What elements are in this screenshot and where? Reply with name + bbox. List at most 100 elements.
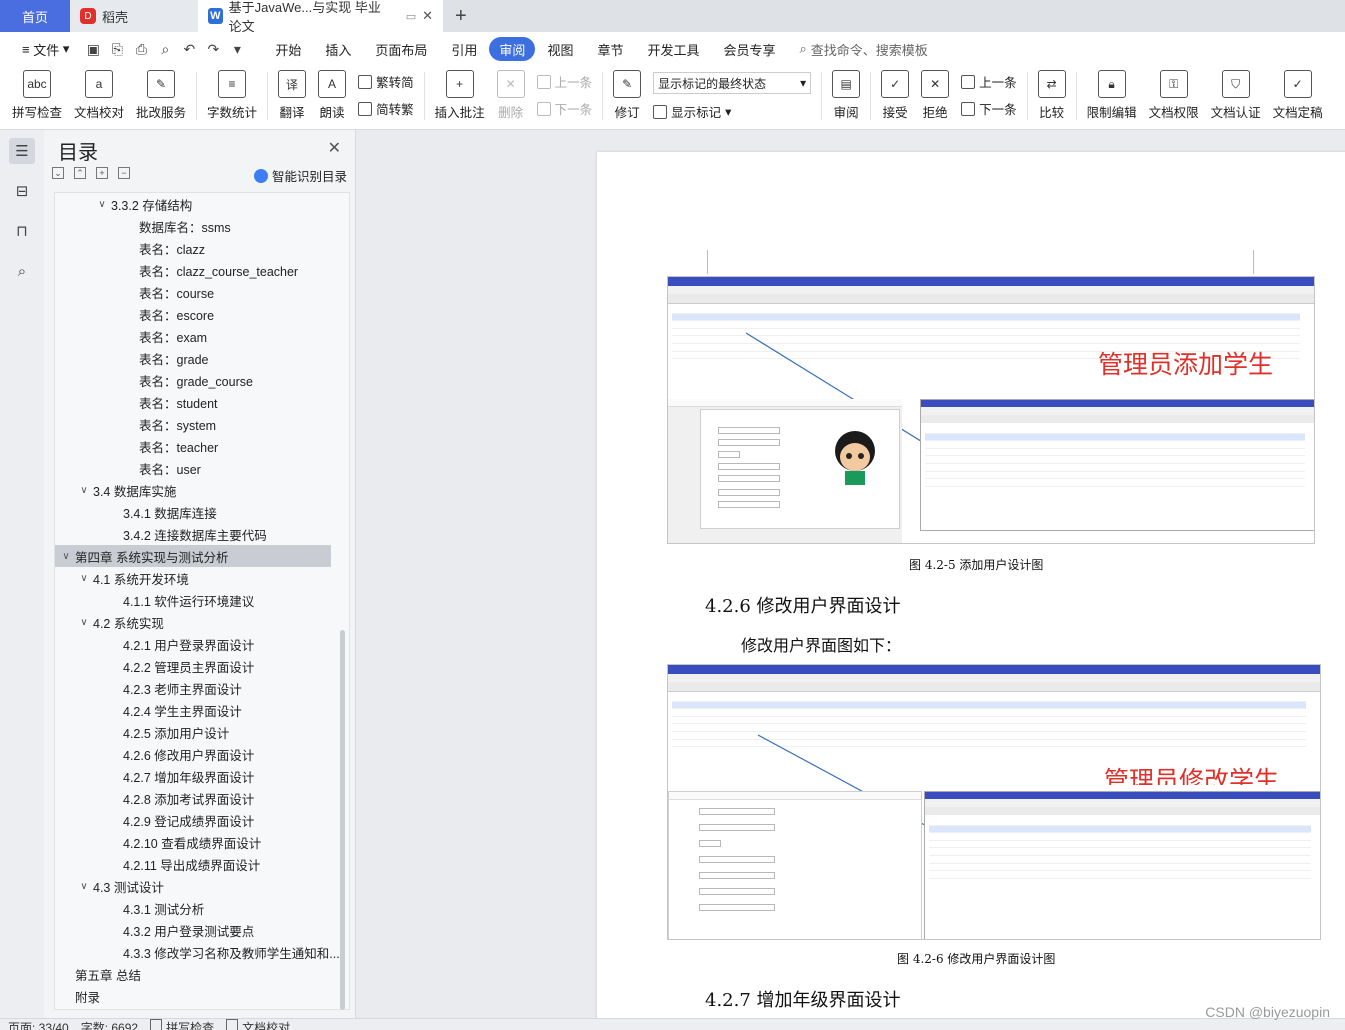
minus-icon[interactable]: − — [118, 167, 130, 179]
menu-view[interactable]: 视图 — [535, 37, 585, 61]
toc-item[interactable]: 表名：grade_course — [55, 369, 349, 391]
review-pane-button[interactable]: ▤ 审阅 — [826, 66, 866, 126]
toc-item[interactable]: 表名：clazz_course_teacher — [55, 259, 349, 281]
menu-member[interactable]: 会员专享 — [711, 37, 787, 61]
tab-home[interactable]: 首页 — [0, 0, 70, 32]
toc-item[interactable]: 表名：student — [55, 391, 349, 413]
doc-certify-button[interactable]: ⛉ 文档认证 — [1205, 66, 1267, 126]
command-search[interactable]: ⌕ 查找命令、搜索模板 — [800, 40, 928, 59]
menu-start[interactable]: 开始 — [263, 37, 313, 61]
toc-item[interactable]: 表名：teacher — [55, 435, 349, 457]
menu-layout[interactable]: 页面布局 — [363, 37, 439, 61]
chevron-down-icon[interactable]: ∨ — [77, 485, 91, 496]
toc-item[interactable]: 4.3.1 测试分析 — [55, 897, 349, 919]
menu-chapter[interactable]: 章节 — [585, 37, 635, 61]
toc-item[interactable]: 数据库名：ssms — [55, 215, 349, 237]
toc-item[interactable]: 4.2.5 添加用户设计 — [55, 721, 349, 743]
doc-permission-button[interactable]: ⚿ 文档权限 — [1143, 66, 1205, 126]
smart-toc-button[interactable]: 智能识别目录 — [253, 166, 347, 185]
plus-icon[interactable]: + — [96, 167, 108, 179]
close-icon[interactable]: ✕ — [422, 8, 433, 24]
spell-check-button[interactable]: abc 拼写检查 — [6, 66, 68, 126]
translate-button[interactable]: 译翻译 — [272, 66, 312, 126]
toc-item[interactable]: 表名：escore — [55, 303, 349, 325]
toc-item[interactable]: 表名：system — [55, 413, 349, 435]
next-change-button[interactable]: 下一条 — [961, 99, 1017, 118]
doc-proof-button[interactable]: a 文档校对 — [68, 66, 130, 126]
toc-item[interactable]: 4.2.7 增加年级界面设计 — [55, 765, 349, 787]
toc-item[interactable]: ∨ 第四章 系统实现与测试分析 — [55, 545, 331, 567]
toc-item[interactable]: 4.2.1 用户登录界面设计 — [55, 633, 349, 655]
toc-item[interactable]: ∨ 4.1 系统开发环境 — [55, 567, 349, 589]
pin-icon[interactable]: ▭ — [406, 10, 416, 23]
preview-icon[interactable]: ⌕ — [155, 39, 175, 59]
print-icon[interactable]: ⎙ — [131, 39, 151, 59]
toc-item[interactable]: ∨ 3.4 数据库实施 — [55, 479, 349, 501]
menu-insert[interactable]: 插入 — [313, 37, 363, 61]
word-count-button[interactable]: ≡ 字数统计 — [201, 66, 263, 126]
chevron-down-icon[interactable]: ∨ — [95, 199, 109, 210]
toc-item[interactable]: ∨ 3.3.2 存储结构 — [55, 193, 349, 215]
toc-item[interactable]: 表名：exam — [55, 325, 349, 347]
status-doc-proof[interactable]: 文档校对 — [226, 1019, 290, 1030]
toc-item[interactable]: 3.4.2 连接数据库主要代码 — [55, 523, 349, 545]
simp-to-trad-button[interactable]: 简转繁 — [358, 99, 414, 118]
tab-docer[interactable]: D 稻壳 — [70, 0, 198, 32]
markup-state-select[interactable]: 显示标记的最终状态 ▾ — [653, 72, 812, 94]
chevron-down-icon[interactable]: ∨ — [77, 881, 91, 892]
toc-item[interactable]: 表名：grade — [55, 347, 349, 369]
toc-item[interactable]: 4.3.2 用户登录测试要点 — [55, 919, 349, 941]
collapse-all-icon[interactable]: ⌄ — [52, 167, 64, 179]
prev-comment-button[interactable]: 上一条 — [536, 72, 592, 91]
export-icon[interactable]: ⎘ — [107, 39, 127, 59]
trad-to-simp-button[interactable]: 繁转简 — [358, 72, 414, 91]
toc-item[interactable]: 附录 — [55, 985, 349, 1007]
annot-service-button[interactable]: ✎ 批改服务 — [130, 66, 192, 126]
quick-access-dropdown-icon[interactable]: ▾ — [227, 39, 247, 59]
redo-icon[interactable]: ↷ — [203, 39, 223, 59]
expand-up-icon[interactable]: ⌃ — [74, 167, 86, 179]
bookmark-icon[interactable]: ⊓ — [9, 218, 35, 244]
chevron-down-icon[interactable]: ∨ — [77, 617, 91, 628]
toc-item[interactable]: 4.1.1 软件运行环境建议 — [55, 589, 349, 611]
toc-item[interactable]: 4.2.6 修改用户界面设计 — [55, 743, 349, 765]
status-spell-check[interactable]: 拼写检查 — [150, 1019, 214, 1030]
revise-button[interactable]: ✎ 修订 — [607, 66, 647, 126]
insert-comment-button[interactable]: + 插入批注 — [429, 66, 491, 126]
toc-item[interactable]: ∨ 4.2 系统实现 — [55, 611, 349, 633]
menu-review[interactable]: 审阅 — [489, 37, 536, 61]
toc-item[interactable]: 4.2.11 导出成绩界面设计 — [55, 853, 349, 875]
find-icon[interactable]: ⌕ — [9, 258, 35, 284]
read-aloud-button[interactable]: A 朗读 — [312, 66, 352, 126]
close-icon[interactable]: ✕ — [328, 138, 341, 158]
toc-item[interactable]: 4.2.8 添加考试界面设计 — [55, 787, 349, 809]
word-count[interactable]: 字数: 6692 — [81, 1019, 138, 1030]
toc-item[interactable]: 4.2.4 学生主界面设计 — [55, 699, 349, 721]
new-tab-button[interactable]: + — [443, 0, 479, 32]
toc-item[interactable]: 表名：course — [55, 281, 349, 303]
toc-item[interactable]: ∨ 4.3 测试设计 — [55, 875, 349, 897]
save-icon[interactable]: ▣ — [83, 39, 103, 59]
toc-item[interactable]: 4.2.9 登记成绩界面设计 — [55, 809, 349, 831]
menu-reference[interactable]: 引用 — [439, 37, 489, 61]
menu-devtools[interactable]: 开发工具 — [635, 37, 711, 61]
delete-comment-button[interactable]: ✕ 删除 — [491, 66, 531, 126]
chevron-down-icon[interactable]: ∨ — [77, 573, 91, 584]
toc-panel-icon[interactable]: ☰ — [9, 138, 35, 164]
toc-item[interactable]: 表名：clazz — [55, 237, 349, 259]
tab-document[interactable]: W 基于JavaWe...与实现 毕业论文 ▭ ✕ — [198, 0, 443, 34]
page-indicator[interactable]: 页面: 33/40 — [8, 1019, 69, 1030]
toc-item[interactable]: 4.2.10 查看成绩界面设计 — [55, 831, 349, 853]
reject-button[interactable]: ✕ 拒绝 — [915, 66, 955, 126]
accept-button[interactable]: ✓ 接受 — [875, 66, 915, 126]
toc-item[interactable]: 4.2.2 管理员主界面设计 — [55, 655, 349, 677]
restrict-edit-button[interactable]: 🔒︎ 限制编辑 — [1081, 66, 1143, 126]
outline-panel-icon[interactable]: ⊟ — [9, 178, 35, 204]
chevron-down-icon[interactable]: ∨ — [59, 551, 73, 562]
doc-finalize-button[interactable]: ✓ 文档定稿 — [1267, 66, 1329, 126]
show-markup-button[interactable]: 显示标记 ▾ — [653, 102, 811, 121]
toc-item[interactable]: 表名：user — [55, 457, 349, 479]
toc-item[interactable]: 4.2.3 老师主界面设计 — [55, 677, 349, 699]
file-menu[interactable]: ≡ 文件 ▾ — [10, 37, 81, 61]
compare-button[interactable]: ⇄ 比较 — [1032, 66, 1072, 126]
